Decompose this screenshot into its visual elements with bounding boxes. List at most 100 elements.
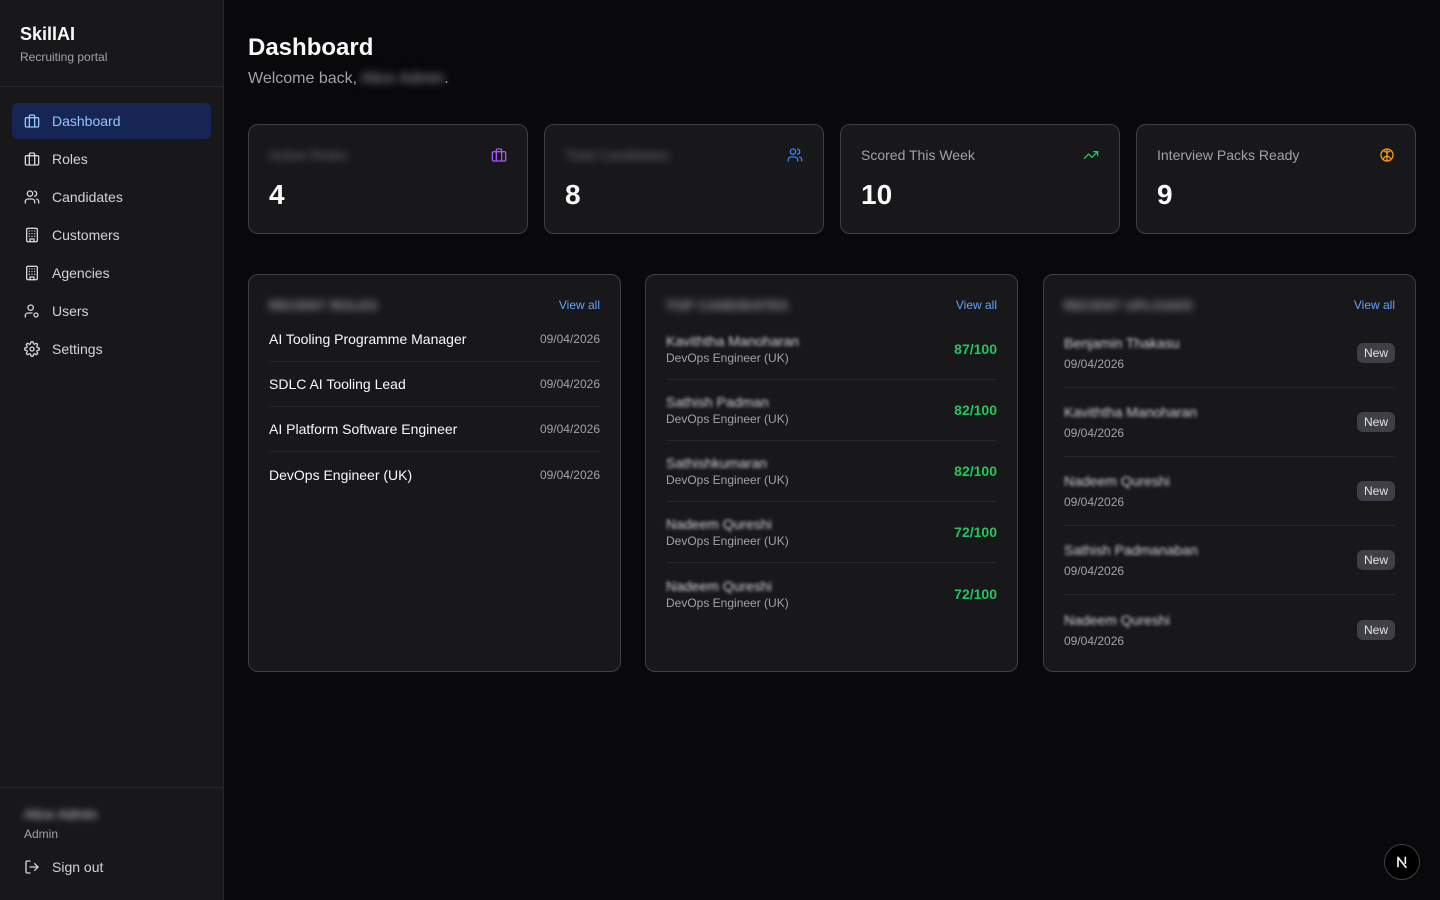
list-item[interactable]: Nadeem Qureshi DevOps Engineer (UK) 72/1…	[666, 563, 997, 624]
list-item[interactable]: Nadeem Qureshi 09/04/2026 New	[1064, 595, 1395, 664]
panel-header: TOP CANDIDATES View all	[666, 295, 997, 315]
list-item[interactable]: Sathish Padmanaban 09/04/2026 New	[1064, 526, 1395, 595]
candidate-name: Nadeem Qureshi	[666, 577, 772, 594]
sidebar-item-label: Roles	[52, 151, 88, 167]
candidate-info: Kaviththa Manoharan DevOps Engineer (UK)	[666, 333, 799, 365]
view-all-candidates-link[interactable]: View all	[956, 298, 997, 312]
brand: SkillAI Recruiting portal	[0, 0, 223, 87]
view-all-roles-link[interactable]: View all	[559, 298, 600, 312]
briefcase-icon	[24, 151, 40, 167]
briefcase-icon	[491, 147, 507, 163]
list-item[interactable]: Kaviththa Manoharan DevOps Engineer (UK)…	[666, 319, 997, 380]
upload-name: Kaviththa Manoharan	[1064, 404, 1198, 420]
upload-info: Sathish Padmanaban 09/04/2026	[1064, 542, 1198, 578]
upload-name: Benjamin Thakasu	[1064, 335, 1180, 351]
list-item[interactable]: DevOps Engineer (UK) 09/04/2026	[269, 452, 600, 497]
log-out-icon	[24, 859, 40, 875]
sidebar-item-dashboard[interactable]: Dashboard	[12, 103, 211, 139]
list-item[interactable]: SDLC AI Tooling Lead 09/04/2026	[269, 362, 600, 407]
stat-value: 8	[565, 179, 581, 210]
upload-date: 09/04/2026	[1064, 357, 1125, 371]
stat-label: Total Candidates	[565, 147, 670, 163]
stats-row: Active Roles 4 Total Candidates 8 Scored…	[248, 124, 1416, 234]
sidebar-nav: Dashboard Roles Candidates Customers Age…	[0, 87, 223, 385]
list-item[interactable]: Nadeem Qureshi 09/04/2026 New	[1064, 457, 1395, 526]
upload-date: 09/04/2026	[1064, 564, 1125, 578]
upload-info: Kaviththa Manoharan 09/04/2026	[1064, 404, 1197, 440]
upload-date: 09/04/2026	[1064, 495, 1125, 509]
candidate-score: 72/100	[954, 524, 997, 540]
status-badge: New	[1356, 412, 1395, 432]
candidate-info: Nadeem Qureshi DevOps Engineer (UK)	[666, 516, 789, 548]
sidebar-item-roles[interactable]: Roles	[12, 141, 211, 177]
candidate-info: Nadeem Qureshi DevOps Engineer (UK)	[666, 578, 789, 610]
sidebar-item-users[interactable]: Users	[12, 293, 211, 329]
stat-card-interview-packs-ready: Interview Packs Ready 9	[1136, 124, 1416, 234]
sidebar-item-settings[interactable]: Settings	[12, 331, 211, 367]
sidebar-item-label: Agencies	[52, 265, 110, 281]
list-item[interactable]: AI Platform Software Engineer 09/04/2026	[269, 407, 600, 452]
sidebar-item-agencies[interactable]: Agencies	[12, 255, 211, 291]
role-name: AI Tooling Programme Manager	[269, 331, 467, 347]
status-badge: New	[1356, 619, 1395, 640]
status-badge: New	[1356, 343, 1395, 363]
list-item[interactable]: Kaviththa Manoharan 09/04/2026 New	[1064, 388, 1395, 457]
list-item[interactable]: AI Tooling Programme Manager 09/04/2026	[269, 317, 600, 362]
user-role: Admin	[24, 827, 59, 841]
candidate-role: DevOps Engineer (UK)	[666, 473, 789, 487]
role-date: 09/04/2026	[539, 467, 600, 482]
stat-value: 10	[861, 179, 893, 210]
list-item[interactable]: Sathishkumaran DevOps Engineer (UK) 82/1…	[666, 441, 997, 502]
stat-label: Scored This Week	[861, 147, 975, 163]
welcome-prefix: Welcome back,	[248, 70, 361, 87]
building-icon	[24, 265, 40, 281]
role-name: DevOps Engineer (UK)	[269, 466, 413, 483]
recent-roles-panel: RECENT ROLES View all AI Tooling Program…	[248, 274, 621, 672]
upload-name: Sathish Padmanaban	[1064, 542, 1198, 558]
upload-info: Nadeem Qureshi 09/04/2026	[1064, 473, 1170, 509]
roles-list: AI Tooling Programme Manager 09/04/2026 …	[269, 317, 600, 497]
candidate-score: 72/100	[954, 585, 997, 602]
upload-info: Nadeem Qureshi 09/04/2026	[1064, 612, 1170, 648]
candidate-score: 82/100	[954, 463, 997, 479]
users-icon	[24, 189, 40, 205]
list-item[interactable]: Sathish Padman DevOps Engineer (UK) 82/1…	[666, 380, 997, 441]
sidebar-item-label: Dashboard	[52, 113, 121, 129]
role-date: 09/04/2026	[539, 422, 600, 436]
briefcase-icon	[24, 113, 40, 129]
sidebar-footer: Alice Admin Admin Sign out	[0, 787, 223, 900]
upload-name: Nadeem Qureshi	[1064, 473, 1170, 489]
uploads-list: Benjamin Thakasu 09/04/2026 New Kavithth…	[1064, 319, 1395, 664]
sidebar-item-customers[interactable]: Customers	[12, 217, 211, 253]
panel-header: RECENT ROLES View all	[269, 295, 600, 315]
sidebar-item-label: Users	[52, 303, 89, 319]
candidate-role: DevOps Engineer (UK)	[666, 595, 789, 610]
candidate-info: Sathish Padman DevOps Engineer (UK)	[666, 394, 789, 426]
sign-out-label: Sign out	[52, 859, 104, 875]
panel-title: TOP CANDIDATES	[666, 297, 789, 313]
panel-title: RECENT ROLES	[269, 297, 379, 313]
user-cog-icon	[24, 303, 40, 319]
upload-info: Benjamin Thakasu 09/04/2026	[1064, 335, 1180, 371]
candidate-name: Kaviththa Manoharan	[666, 333, 800, 349]
candidate-name: Sathishkumaran	[666, 455, 768, 471]
role-name: SDLC AI Tooling Lead	[269, 376, 406, 392]
panel-title: RECENT UPLOADS	[1064, 297, 1194, 313]
list-item[interactable]: Benjamin Thakasu 09/04/2026 New	[1064, 319, 1395, 388]
panel-header: RECENT UPLOADS View all	[1064, 295, 1395, 315]
stat-card-total-candidates: Total Candidates 8	[544, 124, 824, 234]
stat-value: 9	[1157, 179, 1173, 210]
sidebar-item-label: Candidates	[52, 189, 123, 205]
next-logo-button[interactable]	[1384, 844, 1420, 880]
status-badge: New	[1356, 550, 1395, 570]
users-icon	[787, 147, 803, 163]
candidate-name: Sathish Padman	[666, 394, 769, 410]
sign-out-button[interactable]: Sign out	[24, 859, 199, 875]
candidate-role: DevOps Engineer (UK)	[666, 412, 789, 426]
sidebar-item-label: Settings	[52, 341, 103, 357]
status-badge: New	[1356, 481, 1395, 501]
list-item[interactable]: Nadeem Qureshi DevOps Engineer (UK) 72/1…	[666, 502, 997, 563]
sidebar-item-candidates[interactable]: Candidates	[12, 179, 211, 215]
view-all-uploads-link[interactable]: View all	[1354, 298, 1395, 312]
panels-row: RECENT ROLES View all AI Tooling Program…	[248, 274, 1416, 672]
